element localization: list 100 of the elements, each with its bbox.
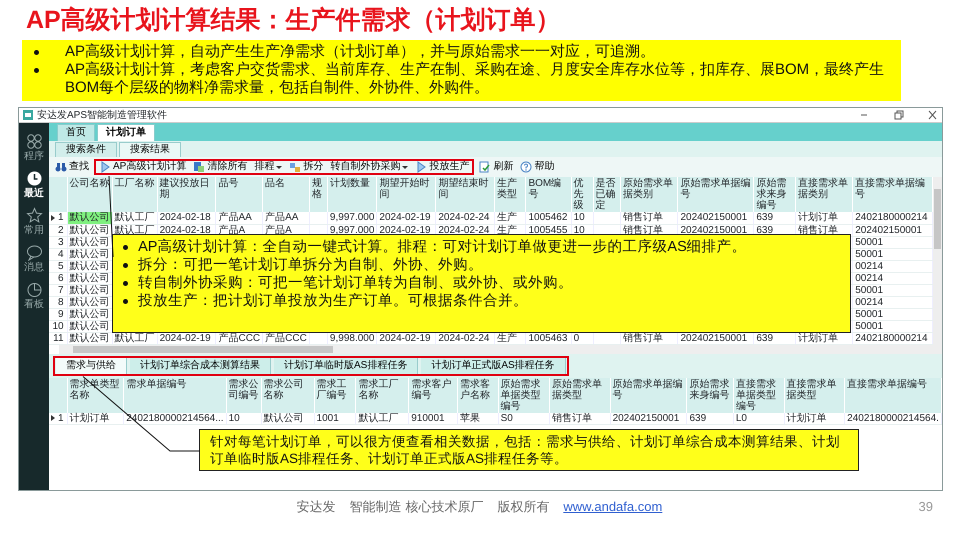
column-header[interactable]: 原始需求来身编号 (686, 378, 734, 412)
table-cell: 产品AA (216, 212, 263, 224)
column-header[interactable]: 需求客户编号 (408, 378, 458, 412)
help-icon (520, 161, 532, 173)
table-cell: 计划订单 (67, 412, 124, 424)
tab[interactable]: 计划订单综合成本测算结果 (130, 358, 271, 374)
tab[interactable]: 首页 (57, 124, 95, 141)
column-header[interactable]: 需求客户名称 (457, 378, 498, 412)
table-cell: 2402180000214564. (844, 412, 942, 424)
bullet-text: AP高级计划计算，自动产生生产净需求（计划订单），并与原始需求一一对应，可追溯。 (65, 43, 656, 61)
column-header[interactable]: 需求单据编号 (124, 378, 226, 412)
tab[interactable]: 搜索结果 (119, 142, 181, 157)
restore-icon[interactable] (892, 110, 904, 120)
footer-link[interactable]: www.andafa.com (563, 497, 662, 516)
table-cell: 50001 (852, 308, 932, 320)
column-header[interactable]: 直接需求单据编号 (844, 378, 942, 412)
row-number: 1 (58, 212, 64, 224)
tab[interactable]: 计划订单 (97, 124, 155, 141)
column-header[interactable]: 期望开始时间 (376, 177, 436, 212)
column-header[interactable]: 原始需求单据类型编号 (498, 378, 550, 412)
table-cell: 910001 (408, 412, 458, 424)
vertical-scrollbar[interactable] (933, 177, 942, 344)
toolbar-button[interactable]: 转自制外协采购 (328, 161, 410, 173)
toolbar-button[interactable]: 查找 (53, 161, 91, 173)
toolbar-button[interactable]: 拆分 (287, 161, 326, 173)
column-header[interactable]: BOM编号 (526, 177, 572, 212)
table-cell: 销售订单 (620, 212, 678, 224)
column-header[interactable]: 品名 (262, 177, 310, 212)
table-cell: 2024-02-24 (436, 212, 495, 224)
row-number: 5 (58, 260, 64, 272)
table-cell: 销售订单 (549, 412, 610, 424)
table-cell: 202402150001 (852, 224, 932, 236)
toolbar-button[interactable]: 排程 (252, 161, 284, 173)
table-cell: 00214 (852, 272, 932, 284)
table-cell: 202402150001 (678, 212, 754, 224)
column-header[interactable]: 计划数量 (327, 177, 377, 212)
table-cell: 2024-02-19 (376, 212, 436, 224)
close-icon[interactable] (926, 110, 938, 120)
bullet-icon (123, 263, 128, 268)
blocks-icon (289, 161, 302, 173)
table-cell: 639 (686, 412, 734, 424)
table-cell: 默认公司 (261, 412, 314, 424)
row-number: 11 (53, 332, 64, 344)
row-number: 8 (58, 296, 64, 308)
sidebar-item[interactable]: 程序 (24, 133, 44, 162)
column-header[interactable]: 规格 (309, 177, 328, 212)
column-header[interactable]: 公司名称 (67, 177, 112, 212)
callout-text: 投放生产：把计划订单投放为生产订单。可根据条件合并。 (138, 292, 528, 310)
toolbar-button[interactable]: 投放生产 (413, 161, 472, 173)
bullet-icon (34, 50, 39, 55)
column-header[interactable]: 工厂名称 (112, 177, 158, 212)
column-header[interactable]: 是否已确定 (593, 177, 621, 212)
column-header[interactable]: 原始需求单据类型 (549, 378, 610, 412)
column-header[interactable]: 建议投放日期 (157, 177, 216, 212)
tab[interactable]: 搜索条件 (55, 142, 117, 157)
column-header[interactable]: 原始需求单据类别 (620, 177, 678, 212)
column-header[interactable]: 需求公司名称 (261, 378, 314, 412)
sidebar-item[interactable]: 看板 (24, 281, 44, 310)
row-number: 10 (52, 320, 64, 332)
column-header[interactable]: 直接需求单据编号 (852, 177, 932, 212)
column-header[interactable]: 直接需求单据类型编号 (733, 378, 784, 412)
column-header[interactable]: 需求工厂编号 (314, 378, 356, 412)
callout-text: 拆分：可把一笔计划订单拆分为自制、外协、外购。 (138, 256, 484, 274)
slide-title: AP高级计划计算结果：生产件需求（计划订单） (25, 5, 562, 36)
table-cell: 2402180000214 (852, 332, 932, 344)
play-icon (99, 161, 111, 173)
tab[interactable]: 计划订单正式版AS排程任务 (421, 358, 566, 374)
column-header[interactable]: 直接需求单据类别 (795, 177, 853, 212)
sidebar-item[interactable]: 最近 (24, 170, 44, 199)
tab[interactable]: 需求与供给 (56, 358, 127, 374)
toolbar-button[interactable]: AP高级计划计算 (97, 161, 188, 173)
column-header[interactable]: 优先级 (571, 177, 594, 212)
column-header[interactable]: 原始需求来身编号 (754, 177, 796, 212)
star-icon (26, 207, 42, 224)
table-cell: 1005462 (526, 212, 572, 224)
table-cell: 50001 (852, 320, 932, 332)
column-header[interactable]: 原始需求单据编号 (678, 177, 754, 212)
table-cell: 1001 (314, 412, 356, 424)
column-header[interactable]: 需求公司编号 (226, 378, 262, 412)
tab[interactable]: 计划订单临时版AS排程任务 (274, 358, 418, 374)
sidebar-item[interactable]: 消息 (24, 244, 44, 273)
clock-icon (26, 170, 42, 187)
table-cell: L0 (733, 412, 784, 424)
table-cell: 639 (754, 212, 796, 224)
binoculars-icon (55, 161, 67, 173)
column-header[interactable]: 生产类型 (494, 177, 526, 212)
sidebar-item[interactable]: 常用 (24, 207, 44, 236)
toolbar-button[interactable]: 刷新 (477, 161, 516, 173)
column-header[interactable]: 期望结束时间 (436, 177, 495, 212)
callout-text: 转自制外协采购：可把一笔计划订单转为自制、或外协、或外购。 (138, 274, 574, 292)
table-cell: 计划订单 (784, 412, 845, 424)
column-header[interactable]: 品号 (216, 177, 263, 212)
toolbar-button[interactable]: 清除所有 (191, 161, 250, 173)
column-header[interactable]: 直接需求单据类型 (784, 378, 845, 412)
column-header[interactable]: 原始需求单据编号 (610, 378, 687, 412)
caret-icon (276, 164, 282, 170)
bullet-icon (123, 299, 128, 304)
toolbar-button[interactable]: 帮助 (518, 161, 556, 173)
column-header[interactable]: 需求工厂名称 (356, 378, 409, 412)
footer-text: 安达发 (296, 498, 336, 516)
